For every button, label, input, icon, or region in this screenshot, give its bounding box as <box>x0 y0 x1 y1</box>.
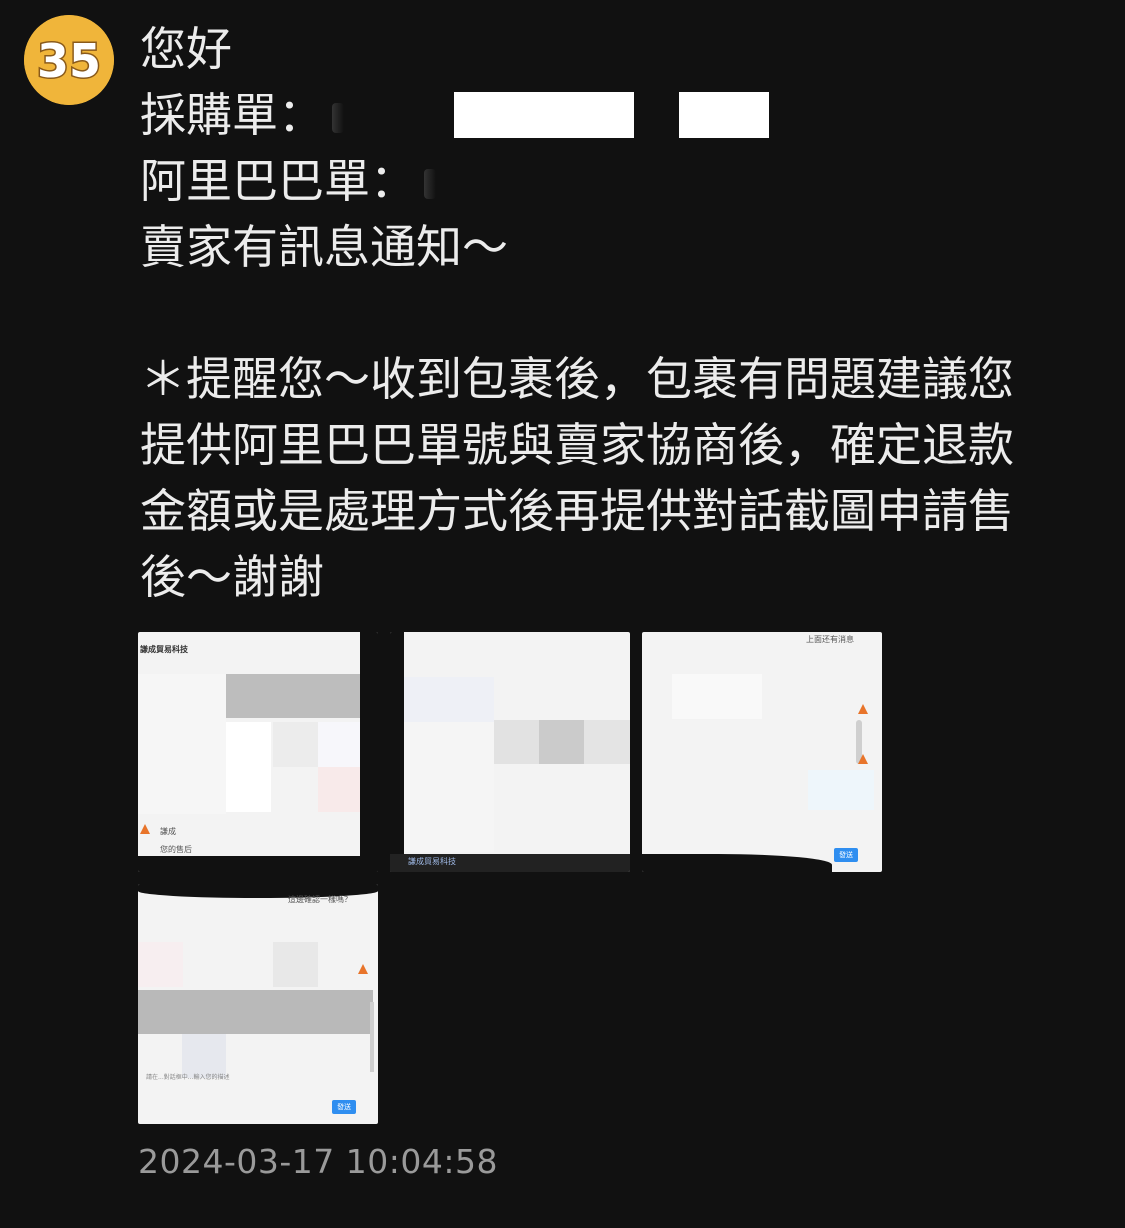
user-avatar-icon <box>140 824 150 834</box>
seller-notice-line: 賣家有訊息通知～ <box>140 214 1080 280</box>
reminder-text: ＊提醒您～收到包裹後，包裹有問題建議您 <box>140 352 1014 406</box>
send-button[interactable]: 發送 <box>332 1100 356 1114</box>
reminder-text: 金額或是處理方式後再提供對話截圖申請售 <box>140 484 1014 538</box>
reminder-line: 後～謝謝 <box>140 544 1080 610</box>
svg-text:35: 35 <box>37 34 101 88</box>
alibaba-order-line: 阿里巴巴單： <box>140 148 1080 214</box>
sender-avatar[interactable]: 35 <box>24 15 114 105</box>
chat-footer-text: 謙成貿易科技 <box>408 857 456 866</box>
user-avatar-icon <box>858 754 868 764</box>
send-button[interactable]: 發送 <box>834 848 858 862</box>
chat-header-text: 上面还有消息 <box>806 635 854 644</box>
seller-notice-text: 賣家有訊息通知～ <box>140 220 508 274</box>
redacted-block <box>454 92 634 138</box>
shop-logo-icon: 35 <box>24 15 114 105</box>
attachment-thumbnail[interactable]: 謙成貿易科技 <box>390 632 630 872</box>
attachment-thumbnail[interactable]: 謙成貿易科技 謙成 您的售后 <box>138 632 378 872</box>
message-bubble: 您好 採購單： 阿里巴巴單： 賣家有訊息通知～ ＊提醒您～收到包裹後，包裹有問題… <box>140 16 1080 610</box>
blurred-value <box>332 103 344 133</box>
attachment-thumbnail[interactable]: 上面还有消息 發送 <box>642 632 882 872</box>
chat-shop-name: 謙成貿易科技 <box>140 645 188 654</box>
reminder-line: ＊提醒您～收到包裹後，包裹有問題建議您 <box>140 346 1080 412</box>
blurred-value <box>424 169 436 199</box>
message-timestamp: 2024-03-17 10:04:58 <box>138 1142 498 1181</box>
chat-message: 謙成 <box>160 827 176 836</box>
reminder-line: 金額或是處理方式後再提供對話截圖申請售 <box>140 478 1080 544</box>
chat-input-hint: 請在...對話框中...輸入您的描述 <box>146 1074 230 1081</box>
reminder-line: 提供阿里巴巴單號與賣家協商後，確定退款 <box>140 412 1080 478</box>
greeting-text: 您好 <box>140 22 232 76</box>
greeting-line: 您好 <box>140 16 1080 82</box>
reminder-text: 後～謝謝 <box>140 550 324 604</box>
purchase-order-label: 採購單： <box>140 88 324 142</box>
chat-header-text: 這邊確認一樣嗎？ <box>288 895 352 904</box>
user-avatar-icon <box>858 704 868 714</box>
purchase-order-line: 採購單： <box>140 82 1080 148</box>
reminder-text: 提供阿里巴巴單號與賣家協商後，確定退款 <box>140 418 1014 472</box>
user-avatar-icon <box>358 964 368 974</box>
attachment-thumbnail[interactable]: 這邊確認一樣嗎？ 請在...對話框中...輸入您的描述 發送 <box>138 884 378 1124</box>
redacted-block <box>679 92 769 138</box>
alibaba-order-label: 阿里巴巴單： <box>140 154 416 208</box>
chat-message: 您的售后 <box>160 845 192 854</box>
